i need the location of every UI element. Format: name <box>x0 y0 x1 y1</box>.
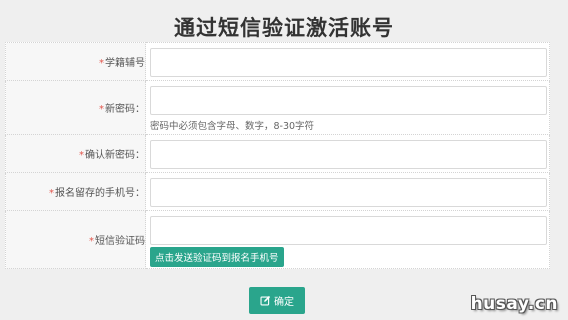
required-mark: * <box>89 236 94 247</box>
form-input-cell: 密码中必须包含字母、数字，8-30字符 <box>145 80 550 135</box>
form-input-cell: 点击发送验证码到报名手机号 <box>145 210 550 269</box>
form-label-cell: *新密码： <box>5 80 146 135</box>
form-input-cell <box>145 134 550 173</box>
required-mark: * <box>49 188 54 199</box>
confirm-button-label: 确定 <box>274 297 294 308</box>
required-mark: * <box>79 150 84 161</box>
form-row-sms-code: *短信验证码 点击发送验证码到报名手机号 <box>5 210 550 269</box>
send-sms-code-button[interactable]: 点击发送验证码到报名手机号 <box>150 247 284 267</box>
form-input-cell <box>145 42 550 81</box>
form-input-cell <box>145 172 550 211</box>
form-label-cell: *报名留存的手机号： <box>5 172 146 211</box>
student-id-label: 学籍辅号 <box>105 58 145 69</box>
form-label-cell: *学籍辅号 <box>5 42 146 81</box>
form-label-cell: *确认新密码： <box>5 134 146 173</box>
form-row-new-password: *新密码： 密码中必须包含字母、数字，8-30字符 <box>5 80 550 135</box>
required-mark: * <box>99 104 104 115</box>
sms-code-input[interactable] <box>150 216 547 245</box>
activation-form: *学籍辅号 *新密码： 密码中必须包含字母、数字，8-30字符 *确认新密码： … <box>5 42 550 269</box>
sms-code-label: 短信验证码 <box>95 236 145 247</box>
edit-icon <box>260 295 271 306</box>
form-row-phone: *报名留存的手机号： <box>5 172 550 211</box>
watermark: husay.cn <box>470 294 558 314</box>
new-password-label: 新密码： <box>105 104 145 115</box>
form-row-confirm-password: *确认新密码： <box>5 134 550 173</box>
confirm-password-label: 确认新密码： <box>85 150 145 161</box>
required-mark: * <box>99 58 104 69</box>
form-row-student-id: *学籍辅号 <box>5 42 550 81</box>
phone-input[interactable] <box>150 178 547 207</box>
confirm-password-input[interactable] <box>150 140 547 169</box>
new-password-input[interactable] <box>150 86 547 115</box>
page-title: 通过短信验证激活账号 <box>174 16 394 40</box>
password-hint: 密码中必须包含字母、数字，8-30字符 <box>150 121 315 132</box>
confirm-button[interactable]: 确定 <box>249 287 305 314</box>
form-label-cell: *短信验证码 <box>5 210 146 269</box>
phone-label: 报名留存的手机号： <box>55 188 145 199</box>
student-id-input[interactable] <box>150 48 547 77</box>
